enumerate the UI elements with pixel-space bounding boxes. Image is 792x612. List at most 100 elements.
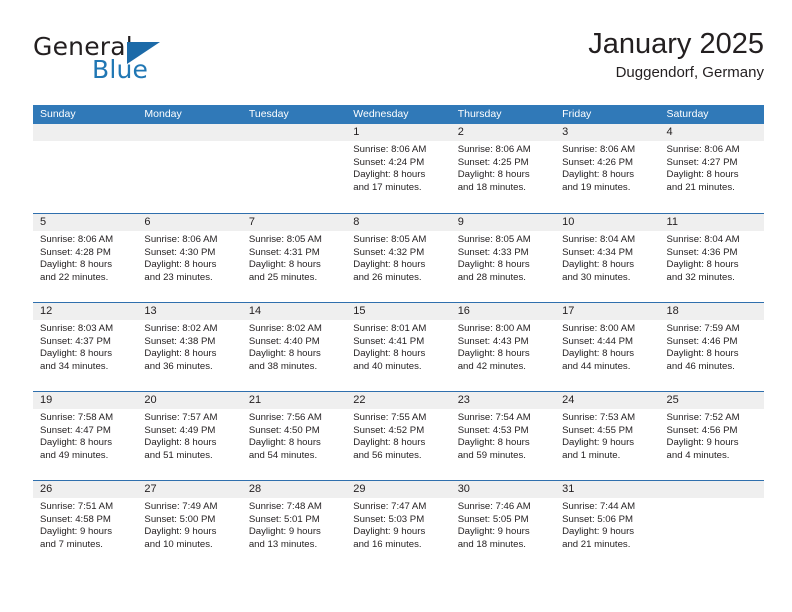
day-detail-line: and 38 minutes. — [248, 360, 318, 372]
day-cell-24[interactable]: 24 Sunrise: 7:53 AM Sunset: 4:55 PM Dayligh… — [555, 392, 660, 480]
day-cell-6[interactable]: 6 Sunrise: 8:06 AM Sunset: 4:30 PM Daylight… — [137, 214, 242, 302]
day-number: 31 — [562, 483, 575, 495]
day-cell-25[interactable]: 25 Sunrise: 7:52 AM Sunset: 4:56 PM Dayligh… — [659, 392, 764, 480]
day-cell-22[interactable]: 22 Sunrise: 7:55 AM Sunset: 4:52 PM Dayligh… — [346, 392, 451, 480]
day-number-band: 9 — [450, 214, 556, 231]
day-cell-3[interactable]: 3 Sunrise: 8:06 AM Sunset: 4:26 PM Daylight… — [555, 124, 660, 213]
day-detail-line: Sunset: 5:06 PM — [562, 513, 634, 525]
calendar-weeks: 1 Sunrise: 8:06 AM Sunset: 4:24 PM Daylight… — [33, 124, 764, 569]
day-detail-line: and 56 minutes. — [353, 449, 422, 461]
day-cell-27[interactable]: 27 Sunrise: 7:49 AM Sunset: 5:00 PM Dayligh… — [137, 481, 242, 569]
day-cell-5[interactable]: 5 Sunrise: 8:06 AM Sunset: 4:28 PM Daylight… — [33, 214, 138, 302]
day-cell-21[interactable]: 21 Sunrise: 7:56 AM Sunset: 4:50 PM Dayligh… — [241, 392, 347, 480]
day-number: 17 — [562, 305, 575, 317]
day-cell-16[interactable]: 16 Sunrise: 8:00 AM Sunset: 4:43 PM Dayligh… — [450, 303, 556, 391]
day-cell-18[interactable]: 18 Sunrise: 7:59 AM Sunset: 4:46 PM Dayligh… — [659, 303, 764, 391]
day-number: 20 — [144, 394, 157, 406]
day-number-band: 10 — [555, 214, 660, 231]
day-detail-line: Daylight: 8 hours — [666, 169, 739, 181]
day-number-band: 25 — [659, 392, 764, 409]
day-cell-29[interactable]: 29 Sunrise: 7:47 AM Sunset: 5:03 PM Dayligh… — [346, 481, 451, 569]
day-detail-line: Sunset: 4:32 PM — [353, 246, 425, 258]
day-detail-line: Sunset: 4:36 PM — [666, 246, 738, 258]
general-blue-logo[interactable]: General Blue — [33, 34, 243, 94]
day-detail-line: Daylight: 8 hours — [562, 348, 635, 360]
day-detail-line: Daylight: 8 hours — [353, 259, 426, 271]
day-detail-line: Sunset: 4:27 PM — [666, 156, 738, 168]
day-number: 12 — [40, 305, 53, 317]
day-detail-line: and 46 minutes. — [666, 360, 735, 372]
day-cell-15[interactable]: 15 Sunrise: 8:01 AM Sunset: 4:41 PM Dayligh… — [346, 303, 451, 391]
day-number: 3 — [562, 126, 569, 138]
day-detail-line: Daylight: 8 hours — [457, 169, 530, 181]
day-detail-line: Sunset: 4:46 PM — [666, 335, 738, 347]
day-cell-11[interactable]: 11 Sunrise: 8:04 AM Sunset: 4:36 PM Dayligh… — [659, 214, 764, 302]
day-cell-13[interactable]: 13 Sunrise: 8:02 AM Sunset: 4:38 PM Dayligh… — [137, 303, 242, 391]
day-detail-line: Daylight: 9 hours — [562, 526, 635, 538]
day-number: 11 — [666, 216, 678, 228]
day-cell-empty — [33, 124, 138, 213]
day-detail-line: Sunset: 4:47 PM — [40, 424, 111, 436]
day-detail-line: Sunrise: 8:03 AM — [40, 323, 114, 334]
day-number-band: 31 — [555, 481, 660, 498]
calendar-week-row: 26 Sunrise: 7:51 AM Sunset: 4:58 PM Dayligh… — [33, 480, 764, 569]
day-detail-line: Daylight: 8 hours — [40, 259, 112, 271]
day-cell-17[interactable]: 17 Sunrise: 8:00 AM Sunset: 4:44 PM Dayligh… — [555, 303, 660, 391]
day-detail-line: and 49 minutes. — [40, 449, 109, 461]
day-cell-31[interactable]: 31 Sunrise: 7:44 AM Sunset: 5:06 PM Dayligh… — [555, 481, 660, 569]
day-cell-9[interactable]: 9 Sunrise: 8:05 AM Sunset: 4:33 PM Daylight… — [450, 214, 556, 302]
day-detail-line: Daylight: 8 hours — [562, 259, 635, 271]
day-details: Sunrise: 7:44 AM Sunset: 5:06 PM Daylight:… — [555, 498, 659, 551]
day-cell-8[interactable]: 8 Sunrise: 8:05 AM Sunset: 4:32 PM Daylight… — [346, 214, 451, 302]
day-number-band: 22 — [346, 392, 451, 409]
day-number-band: 3 — [555, 124, 660, 141]
day-cell-4[interactable]: 4 Sunrise: 8:06 AM Sunset: 4:27 PM Daylight… — [659, 124, 764, 213]
day-cell-10[interactable]: 10 Sunrise: 8:04 AM Sunset: 4:34 PM Dayligh… — [555, 214, 660, 302]
day-detail-line: Sunset: 4:58 PM — [40, 513, 111, 525]
day-detail-line: Sunset: 4:33 PM — [457, 246, 529, 258]
day-details: Sunrise: 8:04 AM Sunset: 4:36 PM Daylight:… — [660, 231, 764, 284]
day-cell-28[interactable]: 28 Sunrise: 7:48 AM Sunset: 5:01 PM Dayligh… — [241, 481, 347, 569]
day-cell-1[interactable]: 1 Sunrise: 8:06 AM Sunset: 4:24 PM Daylight… — [346, 124, 451, 213]
day-number: 19 — [40, 394, 53, 406]
day-detail-line: and 36 minutes. — [144, 360, 213, 372]
day-cell-23[interactable]: 23 Sunrise: 7:54 AM Sunset: 4:53 PM Dayligh… — [450, 392, 556, 480]
logo-text-blue: Blue — [92, 55, 149, 84]
day-detail-line: and 32 minutes. — [666, 271, 735, 283]
calendar-week-row: 12 Sunrise: 8:03 AM Sunset: 4:37 PM Dayligh… — [33, 302, 764, 391]
day-cell-20[interactable]: 20 Sunrise: 7:57 AM Sunset: 4:49 PM Dayligh… — [137, 392, 242, 480]
day-detail-line: Daylight: 9 hours — [666, 437, 739, 449]
page-title: January 2025 — [588, 28, 764, 60]
day-detail-line: and 30 minutes. — [562, 271, 631, 283]
day-cell-7[interactable]: 7 Sunrise: 8:05 AM Sunset: 4:31 PM Daylight… — [241, 214, 347, 302]
day-detail-line: Sunrise: 8:06 AM — [562, 144, 636, 155]
day-details: Sunrise: 7:53 AM Sunset: 4:55 PM Daylight:… — [555, 409, 659, 462]
day-number-band: 2 — [450, 124, 556, 141]
day-detail-line: and 18 minutes. — [457, 538, 526, 550]
day-cell-12[interactable]: 12 Sunrise: 8:03 AM Sunset: 4:37 PM Dayligh… — [33, 303, 138, 391]
day-detail-line: and 19 minutes. — [562, 181, 631, 193]
day-detail-line: Sunrise: 8:00 AM — [562, 323, 636, 334]
day-number: 6 — [144, 216, 151, 228]
day-detail-line: Sunset: 5:03 PM — [353, 513, 425, 525]
day-detail-line: Sunset: 4:44 PM — [562, 335, 634, 347]
day-detail-line: and 51 minutes. — [144, 449, 213, 461]
day-details: Sunrise: 8:06 AM Sunset: 4:26 PM Daylight:… — [555, 141, 659, 194]
day-cell-26[interactable]: 26 Sunrise: 7:51 AM Sunset: 4:58 PM Dayligh… — [33, 481, 138, 569]
day-detail-line: Sunrise: 7:57 AM — [144, 412, 218, 423]
day-detail-line: Sunset: 4:53 PM — [457, 424, 529, 436]
day-number-band: 26 — [33, 481, 138, 498]
day-cell-2[interactable]: 2 Sunrise: 8:06 AM Sunset: 4:25 PM Daylight… — [450, 124, 556, 213]
day-number: 4 — [666, 126, 673, 138]
day-number: 27 — [144, 483, 157, 495]
day-cell-19[interactable]: 19 Sunrise: 7:58 AM Sunset: 4:47 PM Dayligh… — [33, 392, 138, 480]
day-cell-30[interactable]: 30 Sunrise: 7:46 AM Sunset: 5:05 PM Dayligh… — [450, 481, 556, 569]
day-detail-line: Daylight: 9 hours — [248, 526, 321, 538]
location-subtitle: Duggendorf, Germany — [615, 64, 764, 82]
day-detail-line: Sunset: 4:25 PM — [457, 156, 529, 168]
day-detail-line: Daylight: 8 hours — [353, 437, 426, 449]
day-cell-14[interactable]: 14 Sunrise: 8:02 AM Sunset: 4:40 PM Dayligh… — [241, 303, 347, 391]
day-detail-line: and 4 minutes. — [666, 449, 730, 461]
day-detail-line: Sunrise: 7:56 AM — [248, 412, 322, 423]
day-details — [137, 141, 241, 144]
